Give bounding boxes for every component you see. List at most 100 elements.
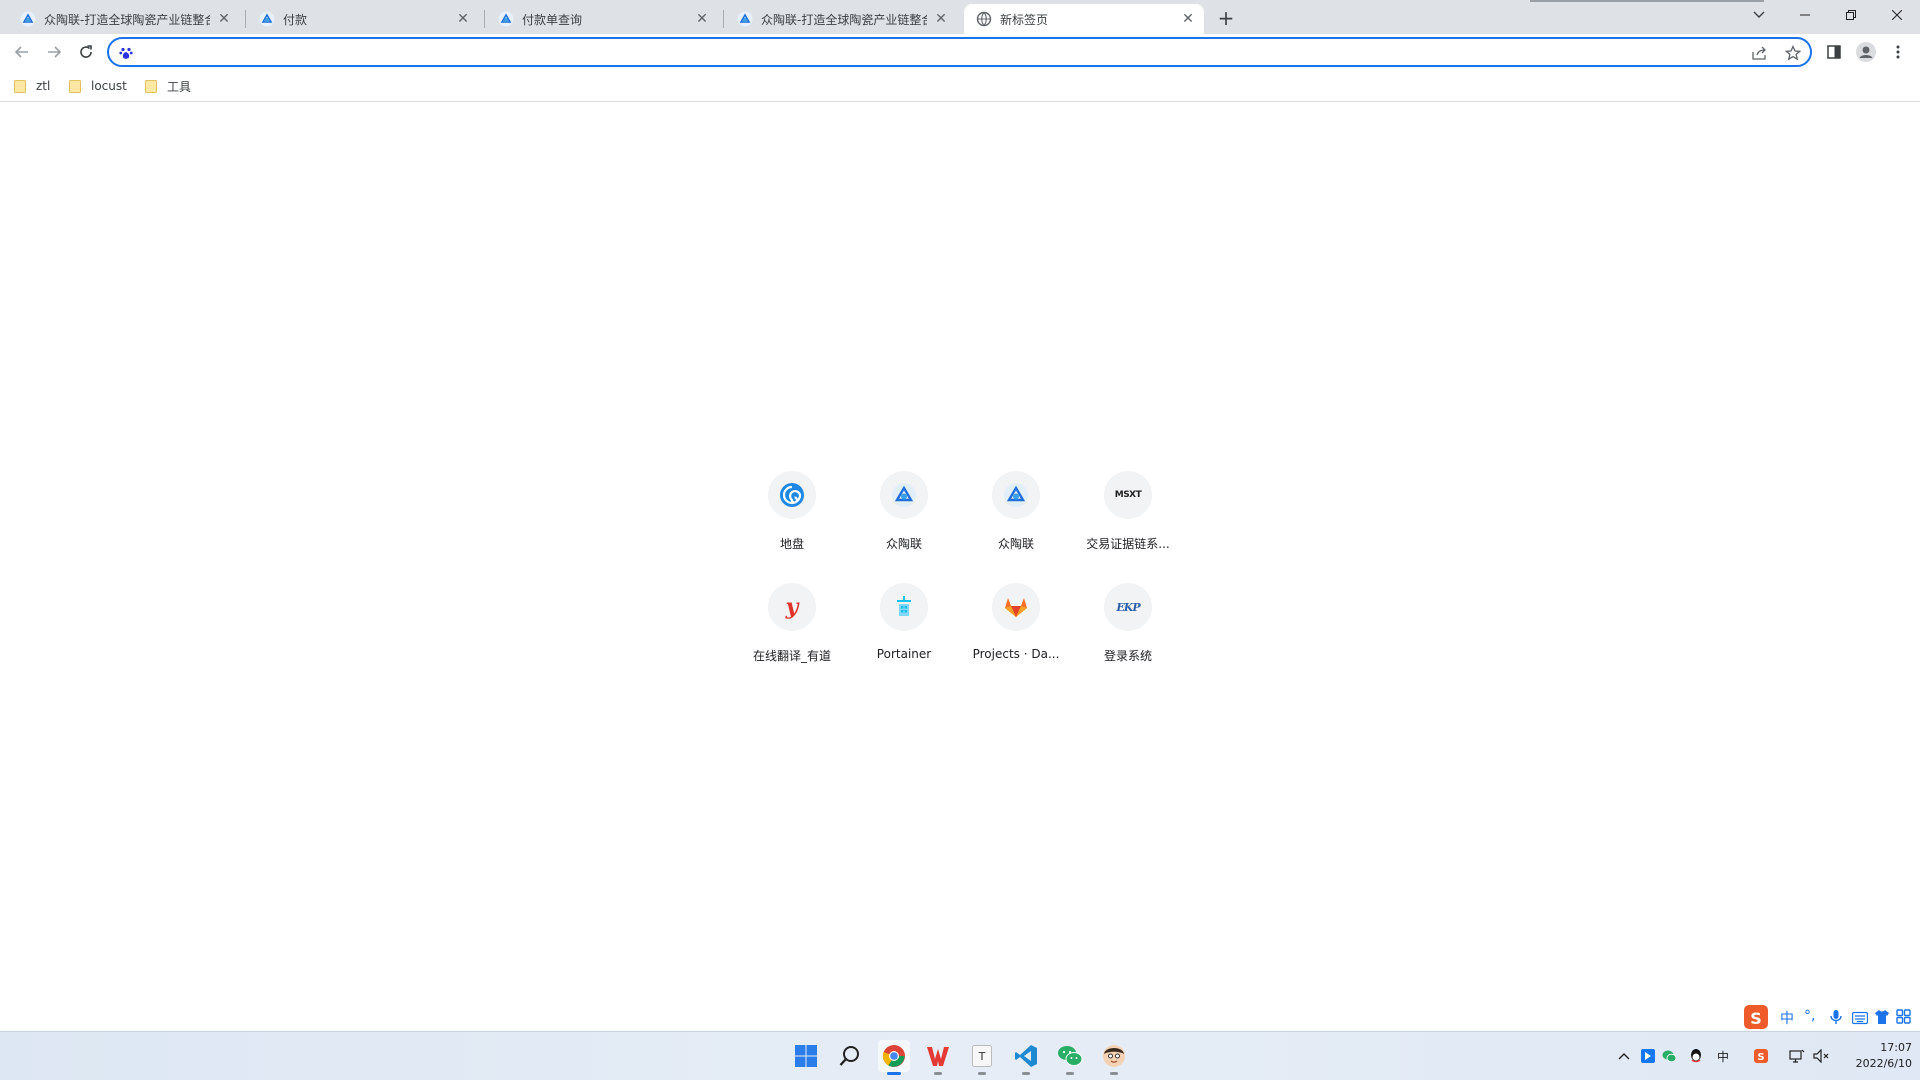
close-icon[interactable]: ✕ [216, 11, 232, 27]
ztl-logo-icon [737, 11, 753, 27]
volume-muted-icon[interactable] [1812, 1047, 1830, 1065]
avatar-app-icon[interactable] [1098, 1040, 1130, 1075]
shortcut-label: 地盘 [779, 537, 804, 551]
close-icon[interactable]: ✕ [933, 11, 949, 27]
ztl-logo-icon [20, 11, 36, 27]
sogou-logo-icon[interactable]: S [1744, 1005, 1768, 1029]
wps-icon[interactable] [922, 1040, 954, 1075]
arrow-left-icon [14, 46, 28, 58]
star-icon [1785, 45, 1801, 61]
youdao-icon: y [768, 583, 816, 631]
close-icon[interactable]: ✕ [694, 11, 710, 27]
tray-overflow-chevron-up-icon[interactable] [1615, 1047, 1633, 1065]
msxt-logo-icon: MSXT [1104, 471, 1152, 519]
shortcut-tile[interactable]: EKP 登录系统 [1072, 567, 1184, 679]
taskbar: T 中 S 17:07 2022/6/10 [0, 1031, 1920, 1080]
restore-button[interactable] [1829, 0, 1873, 30]
tab-title: 众陶联-打造全球陶瓷产业链整合 [44, 12, 210, 27]
folder-icon [145, 79, 157, 93]
browser-tab[interactable]: 众陶联-打造全球陶瓷产业链整合 ✕ [8, 4, 240, 34]
bookmark-label: locust [91, 79, 127, 93]
shortcut-tile[interactable]: 地盘 [736, 455, 848, 567]
avatar-icon [1856, 42, 1876, 62]
bookmark-folder[interactable]: locust [69, 76, 127, 96]
ime-punctuation-toggle[interactable]: °, [1804, 1008, 1815, 1024]
microphone-icon[interactable] [1830, 1009, 1842, 1029]
shortcut-tile[interactable]: 众陶联 [848, 455, 960, 567]
skin-shirt-icon[interactable] [1874, 1009, 1890, 1029]
search-icon[interactable] [834, 1040, 866, 1072]
share-button[interactable] [1751, 44, 1769, 62]
browser-tab[interactable]: 众陶联-打造全球陶瓷产业链整合 ✕ [725, 4, 957, 34]
vscode-icon[interactable] [1010, 1040, 1042, 1075]
tray-app-blue-icon[interactable] [1639, 1047, 1657, 1065]
chevron-down-icon [1753, 11, 1765, 18]
side-panel-button[interactable] [1820, 38, 1848, 66]
tray-wechat-icon[interactable] [1660, 1047, 1678, 1065]
bookmark-folder[interactable]: 工具 [145, 76, 191, 96]
shortcut-tile[interactable]: y 在线翻译_有道 [736, 567, 848, 679]
running-indicator [1022, 1072, 1030, 1075]
close-icon [1892, 10, 1902, 20]
browser-tab[interactable]: 付款单查询 ✕ [486, 4, 718, 34]
menu-button[interactable] [1884, 38, 1912, 66]
shortcut-label: Projects · Da... [972, 647, 1060, 661]
tab-title: 付款单查询 [522, 12, 583, 27]
tray-sogou-icon[interactable]: S [1752, 1047, 1770, 1065]
system-clock[interactable]: 17:07 2022/6/10 [1840, 1040, 1912, 1072]
ime-mode-toggle[interactable]: 中 [1780, 1008, 1794, 1028]
bookmark-label: 工具 [167, 79, 192, 94]
wechat-icon[interactable] [1054, 1040, 1086, 1075]
ztl-logo-icon [259, 11, 275, 27]
windows-start-icon[interactable] [790, 1040, 822, 1072]
ztl-logo-icon [992, 471, 1040, 519]
network-icon[interactable] [1788, 1047, 1806, 1065]
close-icon[interactable]: ✕ [1180, 11, 1196, 27]
browser-tab-active[interactable]: 新标签页 ✕ [964, 4, 1204, 34]
close-window-button[interactable] [1875, 0, 1919, 30]
new-tab-page: 地盘 众陶联 众陶联 MSXT 交易证据链系... y 在线翻译_有道 Port… [0, 103, 1920, 1030]
shortcut-tile[interactable]: Projects · Da... [960, 567, 1072, 679]
shortcut-label: 登录系统 [1103, 649, 1152, 663]
minimize-button[interactable] [1783, 0, 1827, 30]
toolbox-grid-icon[interactable] [1896, 1009, 1911, 1028]
browser-tab[interactable]: 付款 ✕ [247, 4, 479, 34]
restore-icon [1846, 10, 1856, 20]
folder-icon [69, 79, 81, 93]
typora-icon[interactable]: T [966, 1040, 998, 1075]
arrow-right-icon [48, 46, 62, 58]
running-indicator [978, 1072, 986, 1075]
forward-button[interactable] [40, 38, 68, 66]
shortcut-label: 众陶联 [885, 537, 922, 551]
profile-button[interactable] [1852, 38, 1880, 66]
reload-button[interactable] [72, 38, 100, 66]
tab-strip: 众陶联-打造全球陶瓷产业链整合 ✕ 付款 ✕ 付款单查询 ✕ 众陶联-打造全球陶… [0, 0, 1920, 34]
baidu-paw-icon [117, 44, 135, 62]
tray-qq-icon[interactable] [1687, 1047, 1705, 1065]
shortcut-tile[interactable]: MSXT 交易证据链系... [1072, 455, 1184, 567]
shortcut-tile[interactable]: 众陶联 [960, 455, 1072, 567]
new-tab-button[interactable]: + [1214, 6, 1238, 30]
bookmark-folder[interactable]: ztl [14, 76, 50, 96]
chrome-icon[interactable] [878, 1040, 910, 1075]
tab-search-button[interactable] [1737, 0, 1781, 30]
keyboard-icon[interactable] [1851, 1010, 1869, 1029]
folder-icon [14, 79, 26, 93]
shortcut-label: 交易证据链系... [1086, 537, 1170, 551]
back-button[interactable] [8, 38, 36, 66]
clock-time: 17:07 [1880, 1041, 1912, 1054]
bookmark-star-button[interactable] [1784, 44, 1802, 62]
svg-text:T: T [978, 1050, 986, 1063]
close-icon[interactable]: ✕ [455, 11, 471, 27]
tab-divider [723, 10, 724, 28]
shortcut-tile[interactable]: Portainer [848, 567, 960, 679]
address-input[interactable] [139, 42, 1739, 62]
ime-toolbar: S 中 °, [1740, 1004, 1920, 1030]
tray-language-indicator[interactable]: 中 [1714, 1047, 1732, 1065]
tab-title: 众陶联-打造全球陶瓷产业链整合 [761, 12, 927, 27]
address-bar[interactable] [107, 37, 1812, 67]
bookmark-label: ztl [36, 79, 51, 93]
running-indicator [1110, 1072, 1118, 1075]
kebab-menu-icon [1896, 45, 1900, 59]
tab-title: 新标签页 [1000, 12, 1049, 27]
